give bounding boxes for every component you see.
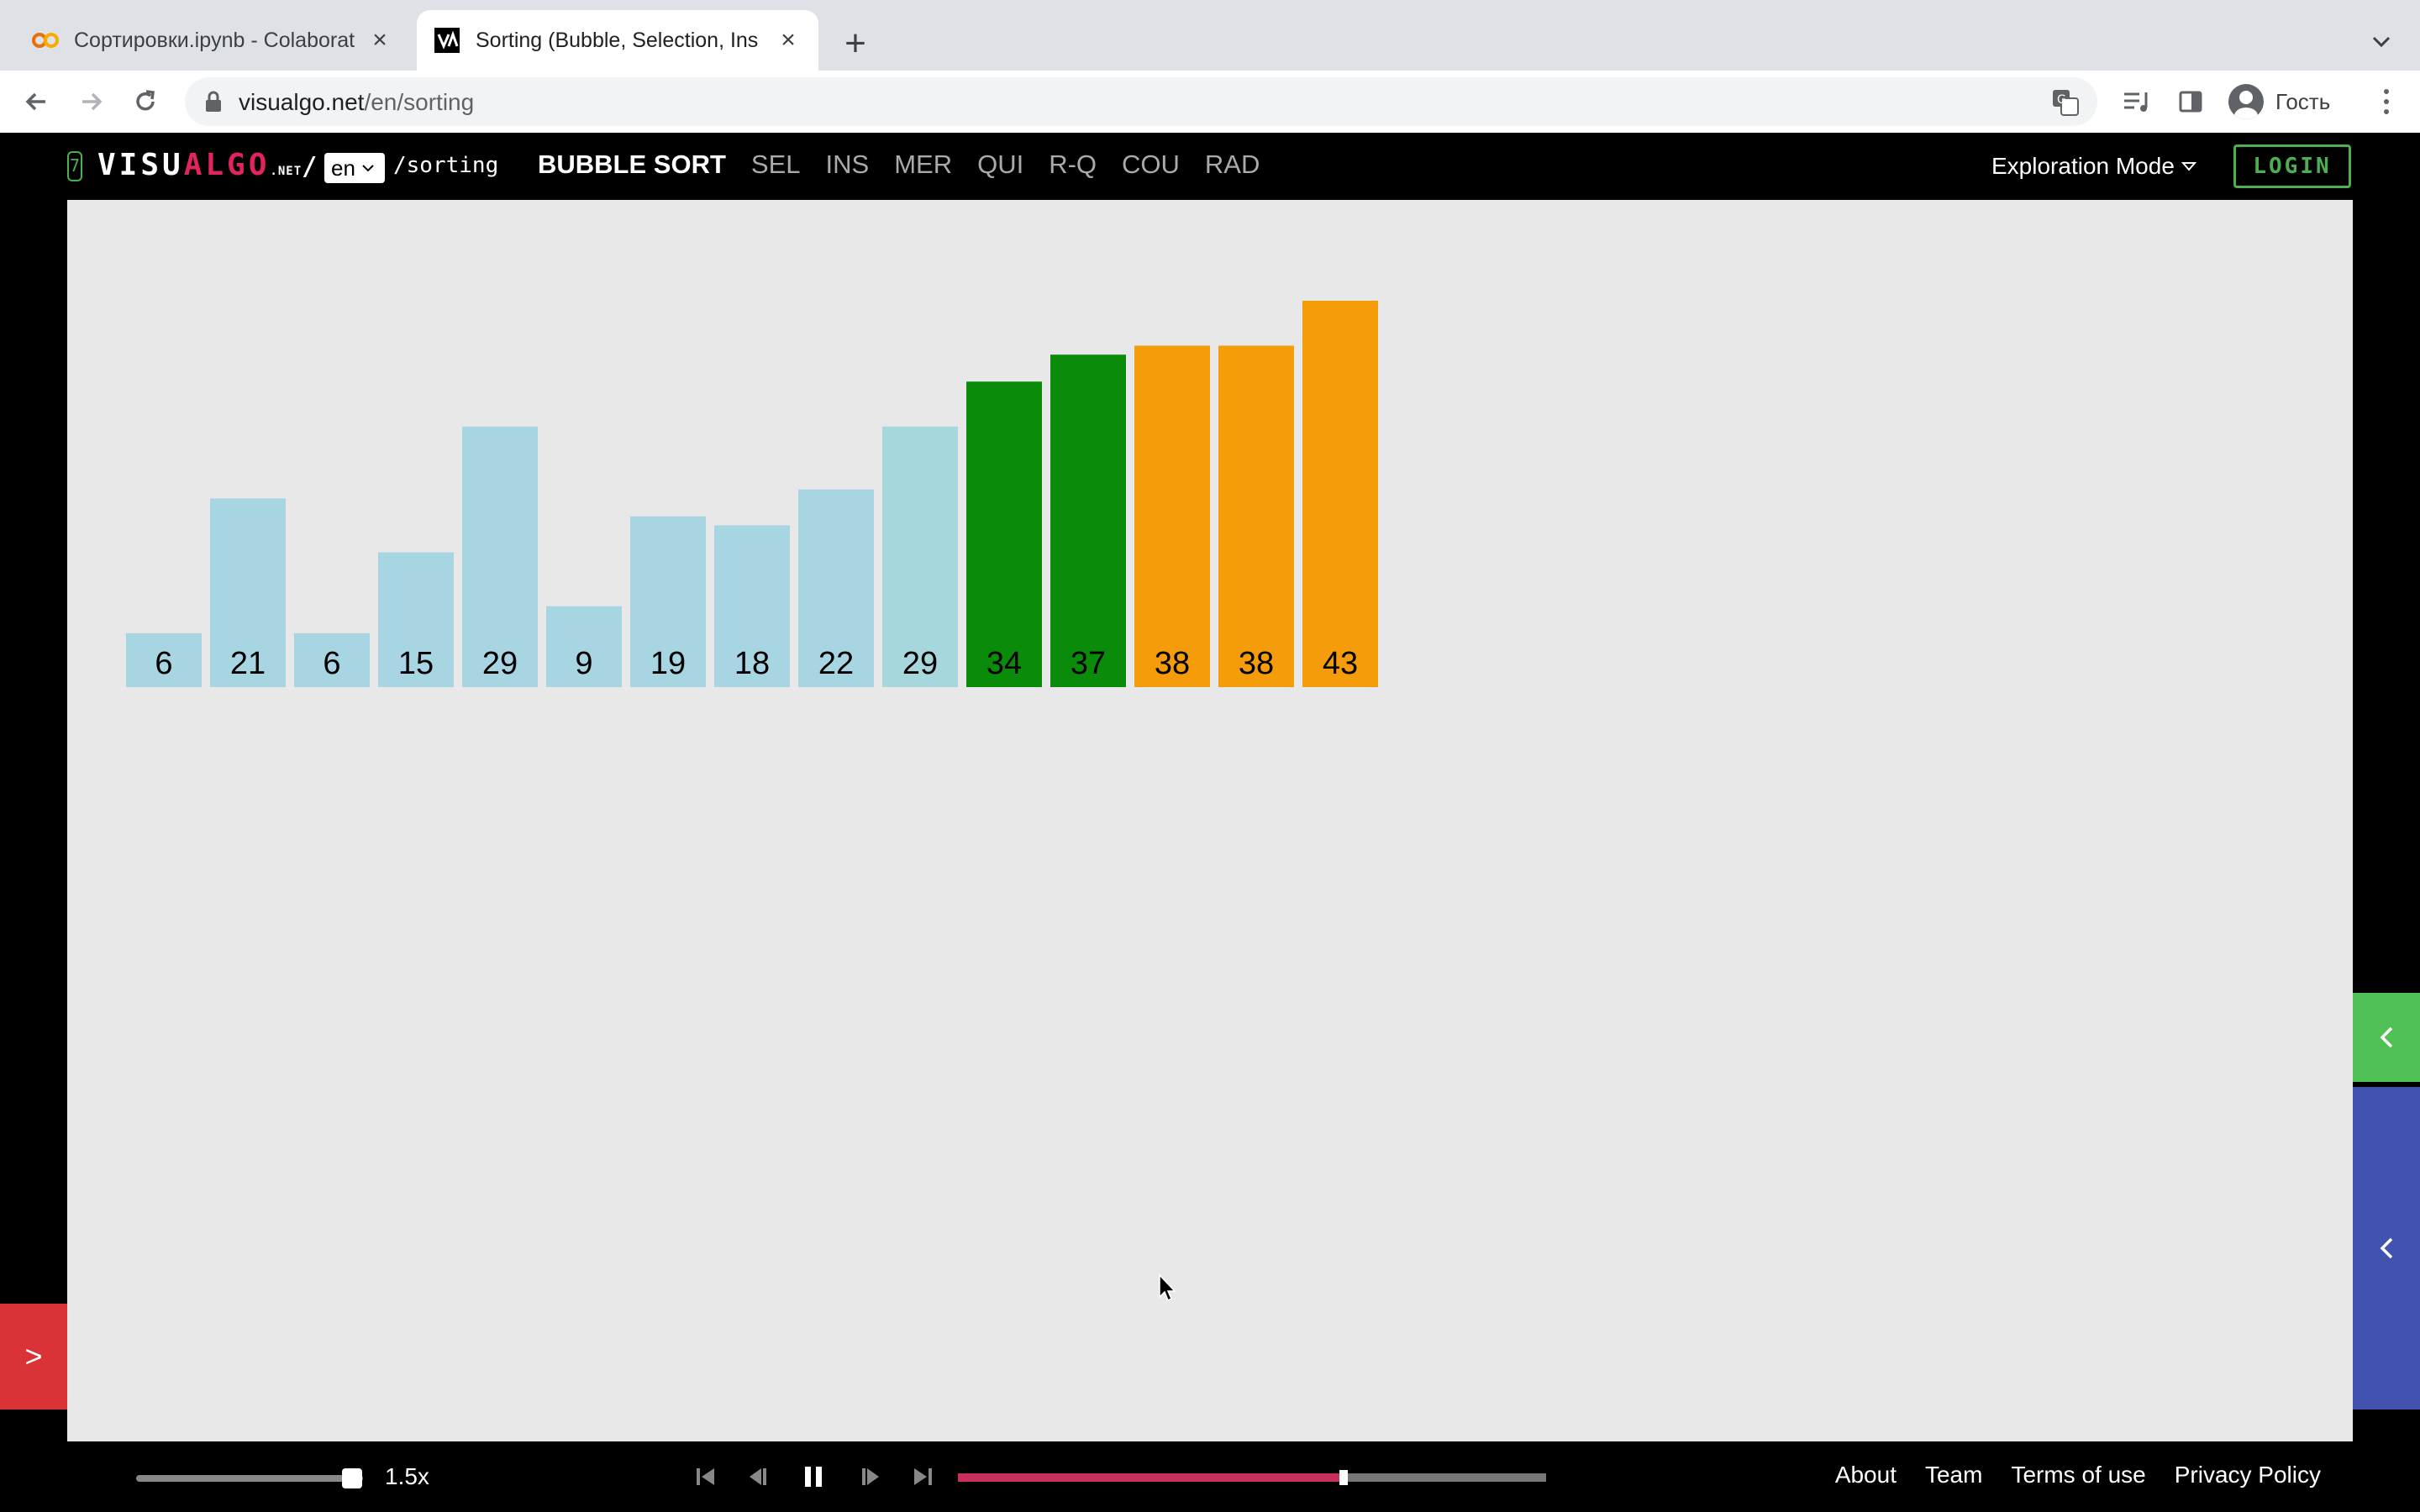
nav-insertion[interactable]: INS (826, 150, 870, 180)
svg-text:G: G (2057, 93, 2066, 107)
footer-link-team[interactable]: Team (1925, 1462, 1982, 1488)
bar-label-9: 29 (902, 646, 938, 681)
tab-title: Сортировки.ipynb - Colaborat (74, 28, 355, 52)
address-bar[interactable]: visualgo.net/en/sorting G (185, 77, 2097, 126)
reload-icon[interactable] (124, 81, 166, 123)
nav-bubble-sort[interactable]: BUBBLE SORT (538, 150, 726, 180)
go-to-end-icon[interactable] (908, 1463, 938, 1490)
speed-slider[interactable] (136, 1475, 363, 1482)
bar-12 (1134, 345, 1210, 687)
nav-random-quick[interactable]: R-Q (1049, 150, 1097, 180)
route-path: /sorting (393, 153, 499, 178)
tab-title: Sorting (Bubble, Selection, Ins (476, 28, 759, 52)
browser-tab-visualgo[interactable]: Sorting (Bubble, Selection, Ins × (417, 10, 818, 71)
nav-counting[interactable]: COU (1122, 150, 1180, 180)
bar-label-2: 6 (323, 646, 340, 681)
logo-badge-icon[interactable]: 7 (67, 151, 82, 181)
new-tab-plus-icon[interactable]: + (832, 20, 879, 67)
colab-icon (32, 27, 59, 54)
forward-arrow-icon[interactable] (71, 81, 113, 123)
language-select[interactable]: en (324, 153, 385, 183)
mode-dropdown[interactable]: Exploration Mode (1991, 153, 2196, 180)
progress-bar[interactable] (958, 1470, 1546, 1485)
speed-slider-thumb[interactable] (341, 1468, 362, 1488)
step-forward-icon[interactable] (855, 1463, 886, 1490)
site-logo[interactable]: VISUALGO.NET/ (97, 148, 320, 182)
go-to-start-icon[interactable] (691, 1463, 721, 1490)
tab-search-chevron-icon[interactable] (2361, 22, 2402, 62)
bar-label-3: 15 (398, 646, 434, 681)
bar-label-6: 19 (650, 646, 686, 681)
browser-tab-colab[interactable]: Сортировки.ipynb - Colaborat × (15, 10, 410, 71)
site-header: 7 VISUALGO.NET/ en /sorting BUBBLE SORT … (0, 133, 2420, 200)
bar-label-8: 22 (818, 646, 854, 681)
login-button[interactable]: LOGIN (2233, 144, 2351, 188)
bar-label-1: 21 (230, 646, 266, 681)
bar-14 (1302, 301, 1378, 687)
profile-button[interactable]: Гость (2223, 79, 2354, 124)
chevron-left-icon (2380, 1237, 2393, 1259)
step-backward-icon[interactable] (743, 1463, 773, 1490)
browser-tabstrip: Сортировки.ipynb - Colaborat × Sorting (… (0, 0, 2420, 71)
bar-13 (1218, 345, 1294, 687)
progress-fill (958, 1473, 1344, 1482)
nav-radix[interactable]: RAD (1205, 150, 1260, 180)
translate-icon[interactable]: G (2050, 87, 2081, 118)
playback-footer: 1.5x About Team Terms of use Privacy Pol… (0, 1441, 2420, 1512)
side-panel-status-toggle[interactable] (2353, 993, 2420, 1082)
close-icon[interactable]: × (366, 26, 393, 54)
footer-links: About Team Terms of use Privacy Policy (1835, 1462, 2321, 1488)
bar-chart: 6 21 6 15 29 9 19 18 22 29 34 37 38 38 43 (126, 301, 1378, 687)
footer-link-privacy[interactable]: Privacy Policy (2175, 1462, 2321, 1488)
bar-11 (1050, 354, 1126, 687)
browser-toolbar: visualgo.net/en/sorting G Гость (0, 71, 2420, 134)
visualization-canvas: 6 21 6 15 29 9 19 18 22 29 34 37 38 38 43 (67, 200, 2353, 1441)
bar-10 (966, 381, 1042, 687)
visualgo-icon (434, 27, 460, 54)
bar-label-12: 38 (1155, 646, 1190, 681)
bar-label-14: 43 (1323, 646, 1358, 681)
bar-label-7: 18 (734, 646, 770, 681)
progress-thumb[interactable] (1339, 1470, 1348, 1485)
bar-label-11: 37 (1071, 646, 1106, 681)
footer-link-terms[interactable]: Terms of use (2011, 1462, 2145, 1488)
visualgo-page: 7 VISUALGO.NET/ en /sorting BUBBLE SORT … (0, 133, 2420, 1512)
side-panel-icon[interactable] (2173, 84, 2208, 119)
caret-down-icon (2181, 162, 2196, 171)
speed-label: 1.5x (385, 1463, 429, 1489)
reading-list-icon[interactable] (2119, 84, 2154, 119)
mouse-cursor-icon (1159, 1273, 1176, 1302)
avatar (2228, 84, 2264, 119)
actions-panel-toggle[interactable]: > (0, 1304, 67, 1410)
algorithm-nav: BUBBLE SORT SEL INS MER QUI R-Q COU RAD (538, 150, 1260, 180)
profile-name: Гость (2275, 88, 2331, 114)
close-icon[interactable]: × (775, 26, 802, 54)
pause-icon[interactable] (798, 1463, 829, 1490)
nav-selection[interactable]: SEL (751, 150, 801, 180)
bar-label-10: 34 (986, 646, 1022, 681)
bar-label-4: 29 (482, 646, 518, 681)
nav-merge[interactable]: MER (894, 150, 952, 180)
lock-icon (206, 91, 221, 112)
browser-menu-icon[interactable] (2370, 84, 2403, 119)
footer-link-about[interactable]: About (1835, 1462, 1897, 1488)
chevron-down-icon (362, 165, 374, 172)
back-arrow-icon[interactable] (15, 81, 57, 123)
nav-quick[interactable]: QUI (977, 150, 1023, 180)
url-text: visualgo.net/en/sorting (239, 89, 475, 115)
bar-label-5: 9 (575, 646, 592, 681)
bar-label-13: 38 (1239, 646, 1274, 681)
side-panel-code-toggle[interactable] (2353, 1087, 2420, 1410)
chevron-left-icon (2380, 1026, 2393, 1048)
bar-label-0: 6 (155, 646, 172, 681)
